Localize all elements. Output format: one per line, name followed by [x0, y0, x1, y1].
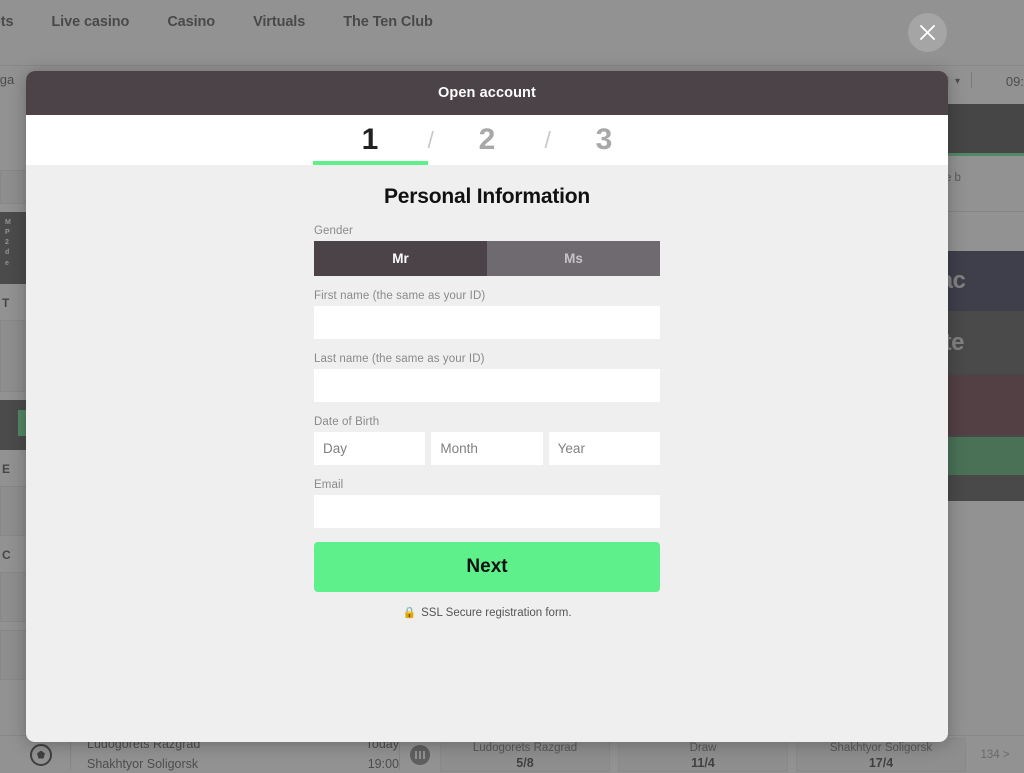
- email-input[interactable]: [314, 495, 660, 528]
- screen-root: bets Live casino Casino Virtuals The Ten…: [0, 0, 1024, 773]
- modal-header: Open account: [26, 71, 948, 115]
- gender-label: Gender: [314, 225, 660, 237]
- step-indicator: 1 / 2 / 3: [26, 115, 948, 165]
- gender-option-mr[interactable]: Mr: [314, 241, 487, 276]
- dob-day-input[interactable]: [314, 432, 425, 465]
- next-button[interactable]: Next: [314, 542, 660, 592]
- last-name-input[interactable]: [314, 369, 660, 402]
- step-2[interactable]: 2: [430, 115, 545, 165]
- last-name-label: Last name (the same as your ID): [314, 353, 660, 365]
- dob-month-input[interactable]: [431, 432, 542, 465]
- date-of-birth-label: Date of Birth: [314, 416, 660, 428]
- step-3[interactable]: 3: [547, 115, 662, 165]
- gender-toggle: Mr Ms: [314, 241, 660, 276]
- modal-body: Personal Information Gender Mr Ms First …: [26, 165, 948, 619]
- email-label: Email: [314, 479, 660, 491]
- step-1[interactable]: 1: [313, 115, 428, 165]
- date-of-birth-row: [314, 432, 660, 465]
- ssl-note: 🔒 SSL Secure registration form.: [314, 606, 660, 619]
- lock-icon: 🔒: [402, 606, 416, 619]
- dob-year-input[interactable]: [549, 432, 660, 465]
- first-name-input[interactable]: [314, 306, 660, 339]
- page-title: Personal Information: [314, 185, 660, 209]
- open-account-modal: Open account 1 / 2 / 3 Personal Informat…: [26, 71, 948, 742]
- ssl-note-text: SSL Secure registration form.: [421, 607, 571, 619]
- close-icon: [919, 24, 936, 41]
- registration-form: Personal Information Gender Mr Ms First …: [314, 185, 660, 619]
- close-button[interactable]: [908, 13, 947, 52]
- modal-title: Open account: [438, 85, 536, 101]
- gender-option-ms[interactable]: Ms: [487, 241, 660, 276]
- first-name-label: First name (the same as your ID): [314, 290, 660, 302]
